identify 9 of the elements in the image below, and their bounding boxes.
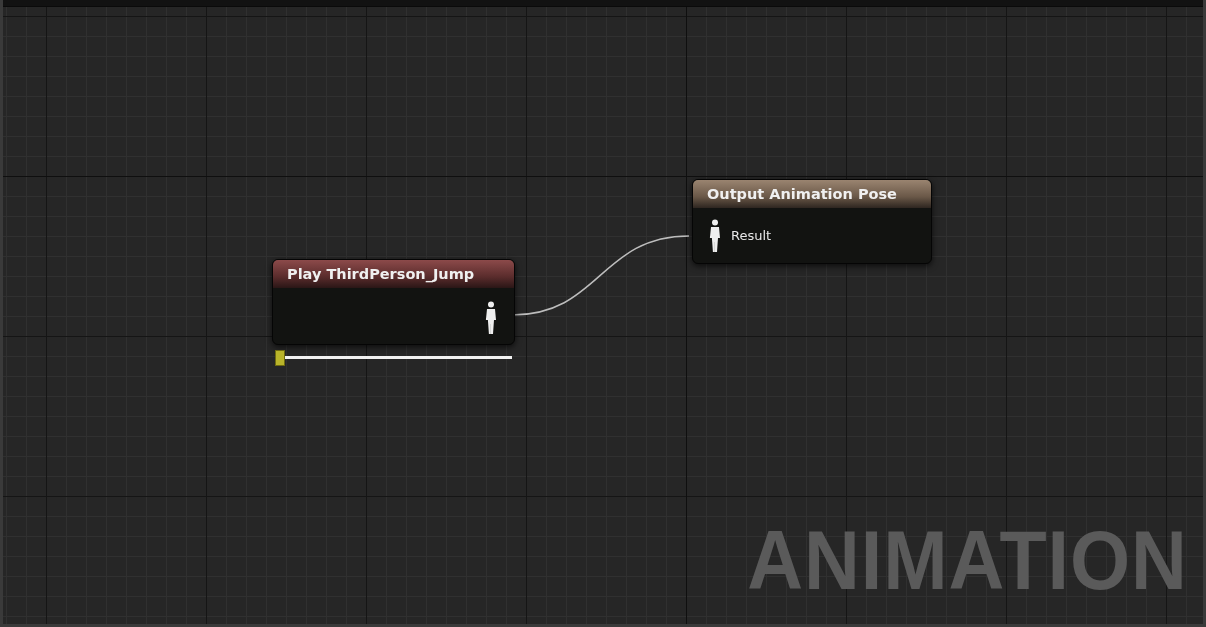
graph-node[interactable]: Play ThirdPerson_Jump xyxy=(272,259,515,345)
node-title: Output Animation Pose xyxy=(693,180,931,208)
slider-thumb[interactable] xyxy=(275,350,285,366)
graph-type-label: ANIMATION xyxy=(747,518,1188,602)
node-title: Play ThirdPerson_Jump xyxy=(273,260,514,288)
pin-label: Result xyxy=(731,228,772,243)
graph-node[interactable]: Output Animation Pose Result xyxy=(692,179,932,264)
pose-pin-icon[interactable] xyxy=(485,301,497,335)
pose-pin-icon[interactable] xyxy=(709,218,721,253)
